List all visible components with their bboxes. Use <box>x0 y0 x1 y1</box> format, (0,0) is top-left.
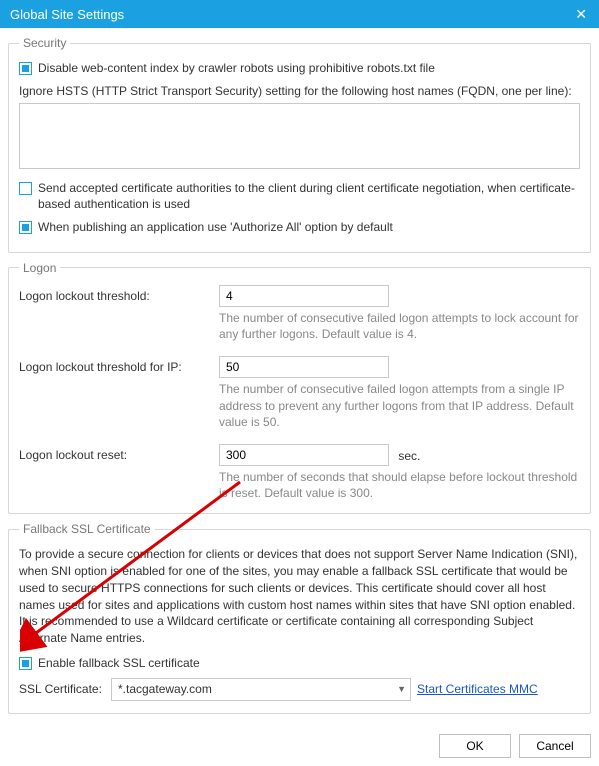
lockout-reset-label: Logon lockout reset: <box>19 444 209 462</box>
fallback-legend: Fallback SSL Certificate <box>19 522 155 536</box>
send-ca-checkbox[interactable] <box>19 182 32 195</box>
disable-index-checkbox[interactable] <box>19 62 32 75</box>
fallback-group: Fallback SSL Certificate To provide a se… <box>8 522 591 714</box>
lockout-threshold-ip-desc: The number of consecutive failed logon a… <box>219 381 580 430</box>
lockout-threshold-ip-label: Logon lockout threshold for IP: <box>19 356 209 374</box>
lockout-threshold-label: Logon lockout threshold: <box>19 285 209 303</box>
authorize-all-label: When publishing an application use 'Auth… <box>38 219 393 236</box>
close-icon[interactable]: ✕ <box>571 6 591 23</box>
ok-button[interactable]: OK <box>439 734 511 758</box>
hsts-label: Ignore HSTS (HTTP Strict Transport Secur… <box>19 83 580 100</box>
logon-legend: Logon <box>19 261 60 275</box>
lockout-reset-unit: sec. <box>398 449 420 463</box>
disable-index-label: Disable web-content index by crawler rob… <box>38 60 435 77</box>
dialog-buttons: OK Cancel <box>0 732 599 766</box>
lockout-threshold-desc: The number of consecutive failed logon a… <box>219 310 580 342</box>
cancel-button[interactable]: Cancel <box>519 734 591 758</box>
ssl-certificate-value: *.tacgateway.com <box>118 682 212 696</box>
titlebar: Global Site Settings ✕ <box>0 0 599 28</box>
fallback-description: To provide a secure connection for clien… <box>19 546 580 647</box>
hsts-textarea[interactable] <box>19 103 580 169</box>
lockout-reset-desc: The number of seconds that should elapse… <box>219 469 580 501</box>
lockout-threshold-ip-input[interactable] <box>219 356 389 378</box>
logon-group: Logon Logon lockout threshold: The numbe… <box>8 261 591 514</box>
start-certificates-mmc-link[interactable]: Start Certificates MMC <box>417 682 538 696</box>
chevron-down-icon: ▼ <box>397 684 406 694</box>
enable-fallback-checkbox[interactable] <box>19 657 32 670</box>
send-ca-label: Send accepted certificate authorities to… <box>38 180 580 214</box>
window-title: Global Site Settings <box>10 7 124 22</box>
ssl-certificate-label: SSL Certificate: <box>19 682 105 696</box>
ssl-certificate-dropdown[interactable]: *.tacgateway.com ▼ <box>111 678 411 701</box>
lockout-reset-input[interactable] <box>219 444 389 466</box>
authorize-all-checkbox[interactable] <box>19 221 32 234</box>
enable-fallback-label: Enable fallback SSL certificate <box>38 655 200 672</box>
security-group: Security Disable web-content index by cr… <box>8 36 591 253</box>
security-legend: Security <box>19 36 70 50</box>
lockout-threshold-input[interactable] <box>219 285 389 307</box>
